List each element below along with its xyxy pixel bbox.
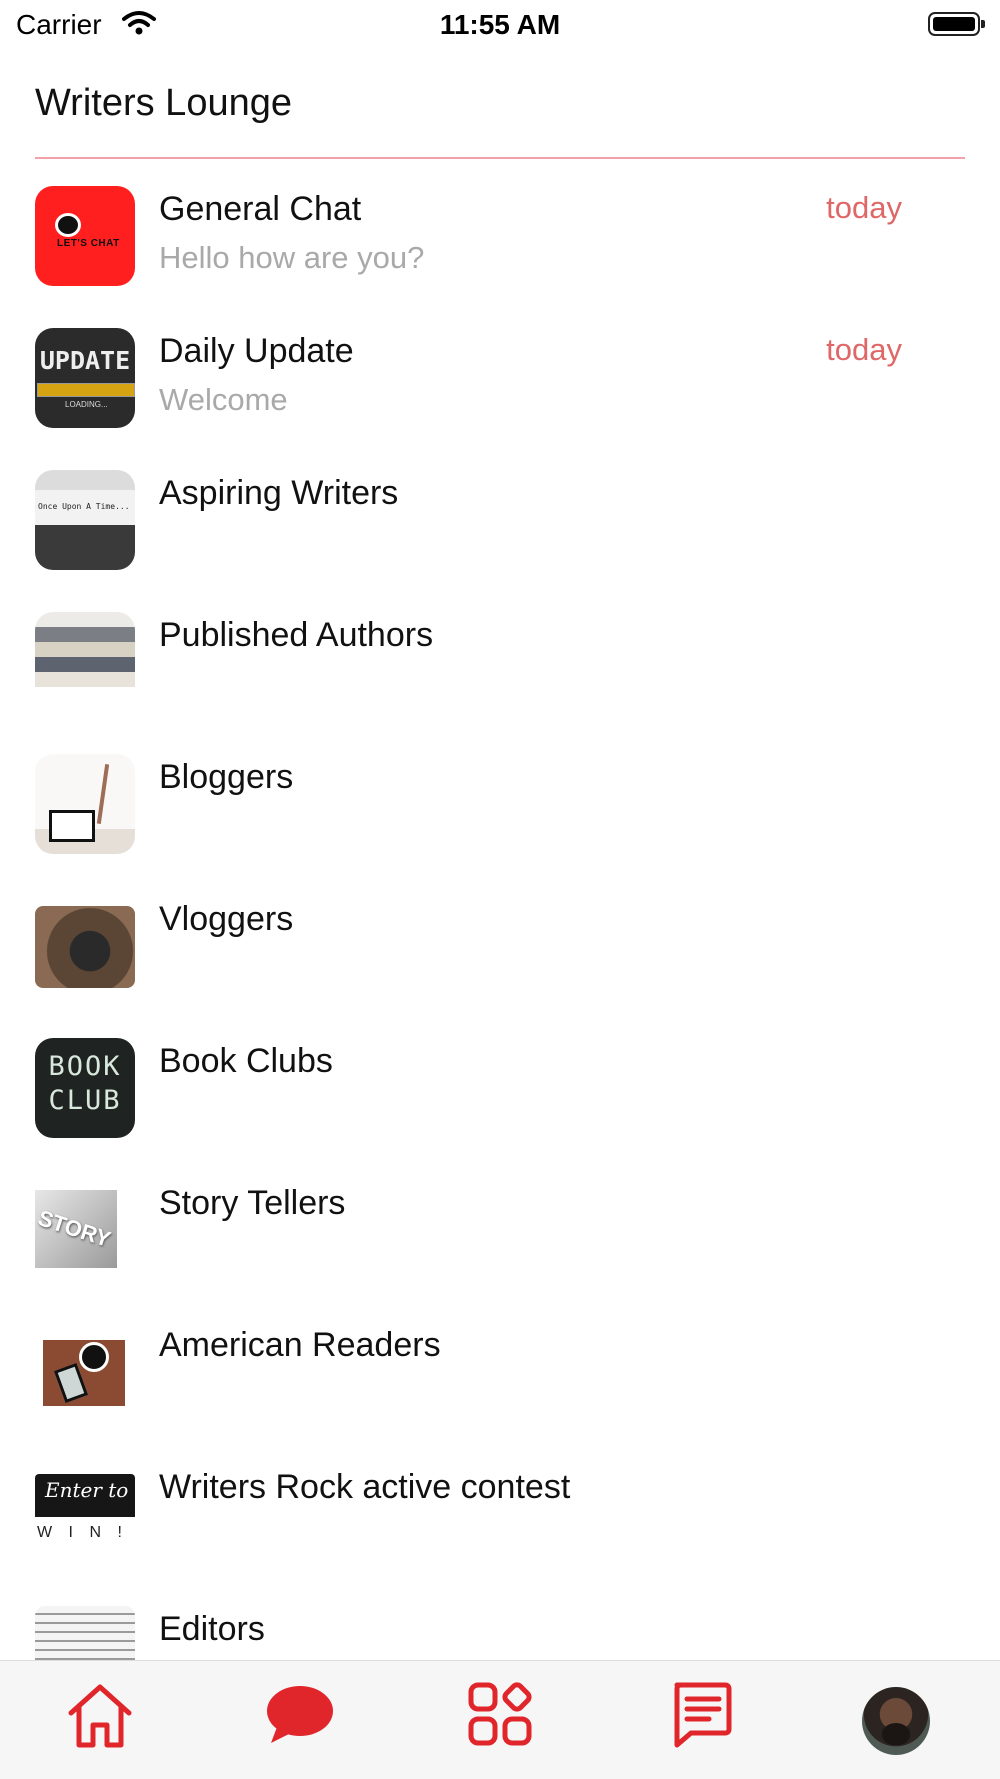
status-bar: Carrier 11:55 AM <box>0 0 1000 52</box>
chat-row-editors[interactable]: Editors <box>0 1580 1000 1660</box>
chat-row-bloggers[interactable]: Bloggers <box>0 728 1000 870</box>
profile-avatar[interactable] <box>862 1687 930 1755</box>
chat-name: General Chat <box>159 190 362 228</box>
tab-apps[interactable] <box>455 1675 545 1755</box>
books-thumbnail <box>35 612 135 712</box>
general-chat-thumbnail: LET'S CHAT <box>35 186 135 286</box>
tab-bar <box>0 1660 1000 1779</box>
chat-row-general-chat[interactable]: LET'S CHAT General Chat Hello how are yo… <box>0 160 1000 302</box>
chat-row-vloggers[interactable]: Vloggers <box>0 870 1000 1012</box>
chat-name: Aspiring Writers <box>159 474 399 512</box>
chat-row-published-authors[interactable]: Published Authors <box>0 586 1000 728</box>
battery-icon <box>928 12 985 36</box>
chat-name: Writers Rock active contest <box>159 1468 571 1506</box>
chat-name: Bloggers <box>159 758 294 796</box>
tab-messages[interactable] <box>655 1675 745 1755</box>
chat-list[interactable]: LET'S CHAT General Chat Hello how are yo… <box>0 160 1000 1660</box>
page-title: Writers Lounge <box>35 82 292 124</box>
clock: 11:55 AM <box>439 9 561 40</box>
header-divider <box>35 157 965 159</box>
message-list-icon <box>674 1682 732 1748</box>
chat-preview: Welcome <box>159 382 288 417</box>
daily-update-thumbnail: UPDATE LOADING... <box>35 328 135 428</box>
chat-name: Story Tellers <box>159 1184 346 1222</box>
chat-row-story-tellers[interactable]: STORY Story Tellers <box>0 1154 1000 1296</box>
chat-row-aspiring-writers[interactable]: Once Upon A Time... Aspiring Writers <box>0 444 1000 586</box>
chat-name: American Readers <box>159 1326 441 1364</box>
chat-row-american-readers[interactable]: American Readers <box>0 1296 1000 1438</box>
chat-name: Editors <box>159 1610 265 1648</box>
chat-row-writers-rock-contest[interactable]: Enter to W I N ! Writers Rock active con… <box>0 1438 1000 1580</box>
chat-preview: Hello how are you? <box>159 240 425 275</box>
newspaper-thumbnail <box>35 1606 135 1660</box>
chat-bubble-icon <box>267 1686 333 1743</box>
laptop-thumbnail <box>35 754 135 854</box>
chat-time: today <box>826 332 902 367</box>
tab-chats[interactable] <box>255 1675 345 1755</box>
contest-thumbnail: Enter to W I N ! <box>35 1474 135 1560</box>
chat-row-daily-update[interactable]: UPDATE LOADING... Daily Update Welcome t… <box>0 302 1000 444</box>
chat-name: Book Clubs <box>159 1042 333 1080</box>
chat-row-book-clubs[interactable]: BOOK CLUB Book Clubs <box>0 1012 1000 1154</box>
chat-name: Published Authors <box>159 616 434 654</box>
book-club-thumbnail: BOOK CLUB <box>35 1038 135 1138</box>
apps-grid-icon <box>468 1682 532 1746</box>
chat-name: Daily Update <box>159 332 354 370</box>
typewriter-thumbnail: Once Upon A Time... <box>35 470 135 570</box>
home-icon <box>68 1684 132 1748</box>
story-thumbnail: STORY <box>35 1190 117 1268</box>
tab-home[interactable] <box>55 1675 145 1755</box>
camera-thumbnail <box>35 906 135 988</box>
reader-thumbnail <box>35 1322 135 1422</box>
chat-time: today <box>826 190 902 225</box>
chat-name: Vloggers <box>159 900 294 938</box>
